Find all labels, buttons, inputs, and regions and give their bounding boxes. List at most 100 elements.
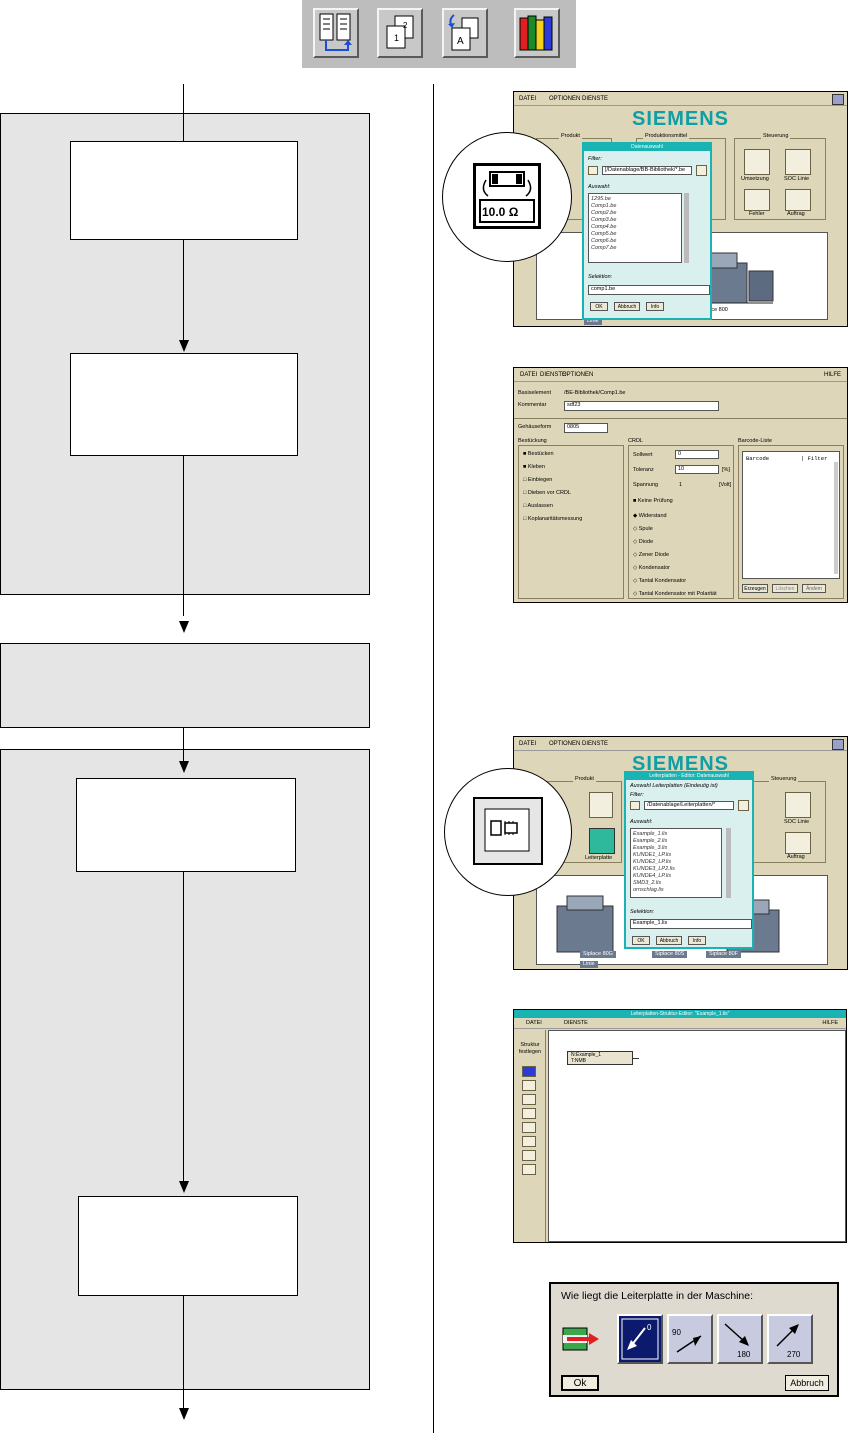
selection-list[interactable]: 1295.be Comp1.be Comp2.be Comp3.be Comp4… — [588, 193, 682, 263]
ok-button[interactable]: OK — [632, 936, 650, 945]
info-button[interactable]: Info — [646, 302, 664, 311]
leiterplatte-button[interactable] — [589, 828, 615, 854]
structure-button[interactable] — [313, 8, 359, 58]
ok-button[interactable]: Ok — [561, 1375, 599, 1391]
menu-optionen[interactable]: OPTIONEN — [549, 741, 580, 747]
checkbox-koplanaritaet[interactable]: □ Koplanaritätsmessung — [523, 516, 582, 523]
tool-draw-icon[interactable] — [522, 1066, 536, 1077]
barcode-scrollbar[interactable] — [834, 462, 838, 574]
tool-swap-icon[interactable] — [522, 1136, 536, 1147]
abbruch-button[interactable]: Abbruch — [785, 1375, 829, 1391]
list-item[interactable]: Example_3.lis — [633, 845, 719, 852]
checkbox-auslassen[interactable]: □ Auslassen — [523, 503, 553, 510]
selektion-input[interactable]: Example_1.lis — [630, 919, 752, 929]
list-item[interactable]: Comp1.be — [591, 203, 679, 210]
menu-hilfe[interactable]: HILFE — [824, 372, 841, 378]
selektion-input[interactable]: comp1.be — [588, 285, 710, 295]
ok-button[interactable]: OK — [590, 302, 608, 311]
filter-input[interactable]: [/Datenablage/BB-Bibliothek/*.be — [602, 166, 692, 175]
radio-zener-diode[interactable]: ◇ Zener Diode — [633, 552, 669, 559]
produkt-button[interactable] — [589, 792, 613, 818]
gehaeuse-input[interactable]: 0805 — [564, 423, 608, 433]
list-item[interactable]: Comp2.be — [591, 210, 679, 217]
tool-pen-icon[interactable] — [522, 1108, 536, 1119]
menu-datei[interactable]: DATEI — [519, 741, 536, 747]
tool-filter-icon[interactable] — [522, 1164, 536, 1175]
orientation-0-button[interactable]: 0 — [617, 1314, 663, 1364]
menu-dienste[interactable]: DIENSTE — [564, 1020, 588, 1026]
list-item[interactable]: Comp7.be — [591, 245, 679, 252]
list-scrollbar[interactable] — [684, 193, 689, 263]
radio-tantal-kondensator[interactable]: ◇ Tantal Kondensator — [633, 578, 686, 585]
checkbox-einbiegen[interactable]: □ Einbiegen — [523, 477, 552, 484]
radio-diode[interactable]: ◇ Diode — [633, 539, 653, 546]
list-scrollbar[interactable] — [726, 828, 731, 898]
layers-button[interactable]: 2 1 — [377, 8, 423, 58]
list-item[interactable]: Example_1.lis — [633, 831, 719, 838]
filter-folder-icon[interactable] — [588, 166, 598, 175]
filter-folder-icon[interactable] — [630, 801, 640, 810]
list-item[interactable]: KUNDE1_LP.lis — [633, 852, 719, 859]
menu-datei[interactable]: DATEI — [519, 96, 536, 102]
menu-datei[interactable]: DATEI — [520, 372, 537, 378]
kommentar-input[interactable]: sdf23 — [564, 401, 719, 411]
menu-hilfe[interactable]: HILFE — [822, 1020, 838, 1026]
umsetzung-button[interactable] — [744, 149, 770, 175]
menu-datei[interactable]: DATEI — [526, 1020, 542, 1026]
orientation-180-button[interactable]: 180 — [717, 1314, 763, 1364]
tool-copy-icon[interactable] — [522, 1094, 536, 1105]
list-item[interactable]: KUNDE3_LP2.lis — [633, 866, 719, 873]
soc-linie-button[interactable] — [785, 792, 811, 818]
radio-tantal-polaritaet[interactable]: ◇ Tantal Kondensator mit Polarität — [633, 591, 717, 598]
menu-dienste[interactable]: DIENSTE — [582, 96, 608, 102]
list-item[interactable]: Example_2.lis — [633, 838, 719, 845]
structure-canvas[interactable]: N:Example_1 T:NMB — [548, 1030, 846, 1242]
zoomed-component-button[interactable]: 10.0 Ω — [473, 163, 541, 229]
menu-optionen[interactable]: OPTIONEN — [562, 372, 593, 378]
abbruch-button[interactable]: Abbruch — [656, 936, 682, 945]
auftrag-button[interactable] — [785, 189, 811, 211]
library-button[interactable] — [514, 8, 560, 58]
list-item[interactable]: ornschlag.lis — [633, 887, 719, 894]
abbruch-button[interactable]: Abbruch — [614, 302, 640, 311]
orientation-270-button[interactable]: 270 — [767, 1314, 813, 1364]
menu-dienste[interactable]: DIENSTE — [582, 741, 608, 747]
window-menu-icon[interactable] — [832, 94, 844, 105]
list-item[interactable]: 1295.be — [591, 196, 679, 203]
tool-layer-icon[interactable] — [522, 1080, 536, 1091]
tool-page-icon[interactable] — [522, 1122, 536, 1133]
orientation-90-button[interactable]: 90 — [667, 1314, 713, 1364]
radio-kondensator[interactable]: ◇ Kondensator — [633, 565, 670, 572]
list-item[interactable]: Comp4.be — [591, 224, 679, 231]
loeschen-button[interactable]: Löschen — [772, 584, 798, 593]
list-item[interactable]: Comp6.be — [591, 238, 679, 245]
radio-widerstand[interactable]: ◆ Widerstand — [633, 513, 667, 520]
checkbox-kleben[interactable]: ■ Kleben — [523, 464, 545, 471]
list-item[interactable]: Comp5.be — [591, 231, 679, 238]
filter-input[interactable]: /Datenablage/Leiterplatten/* — [644, 801, 734, 810]
aendern-button[interactable]: Ändern — [802, 584, 826, 593]
erzeugen-button[interactable]: Erzeugen — [742, 584, 768, 593]
checkbox-dieben[interactable]: □ Dieben vor CRDL — [523, 490, 571, 497]
selection-list[interactable]: Example_1.lis Example_2.lis Example_3.li… — [630, 828, 722, 898]
list-item[interactable]: KUNDE4_LP.lis — [633, 873, 719, 880]
structure-node[interactable]: N:Example_1 T:NMB — [567, 1051, 633, 1065]
soc-linie-button[interactable] — [785, 149, 811, 175]
toleranz-input[interactable]: 10 — [675, 465, 719, 474]
list-item[interactable]: KUNDE2_LP.lis — [633, 859, 719, 866]
fehler-button[interactable] — [744, 189, 770, 211]
filter-apply-icon[interactable] — [696, 165, 707, 176]
menu-optionen[interactable]: OPTIONEN — [549, 96, 580, 102]
info-button[interactable]: Info — [688, 936, 706, 945]
filter-apply-icon[interactable] — [738, 800, 749, 811]
transfer-button[interactable]: A — [442, 8, 488, 58]
auftrag-button[interactable] — [785, 832, 811, 854]
barcode-list[interactable]: Barcode | Filter — [742, 451, 840, 579]
radio-spule[interactable]: ◇ Spule — [633, 526, 653, 533]
checkbox-bestuecken[interactable]: ■ Bestücken — [523, 451, 554, 458]
zoomed-board-button[interactable] — [473, 797, 543, 865]
checkbox-keine-pruefung[interactable]: ■ Keine Prüfung — [633, 498, 673, 505]
sollwert-input[interactable]: 0 — [675, 450, 719, 459]
tool-split-icon[interactable] — [522, 1150, 536, 1161]
window-menu-icon[interactable] — [832, 739, 844, 750]
